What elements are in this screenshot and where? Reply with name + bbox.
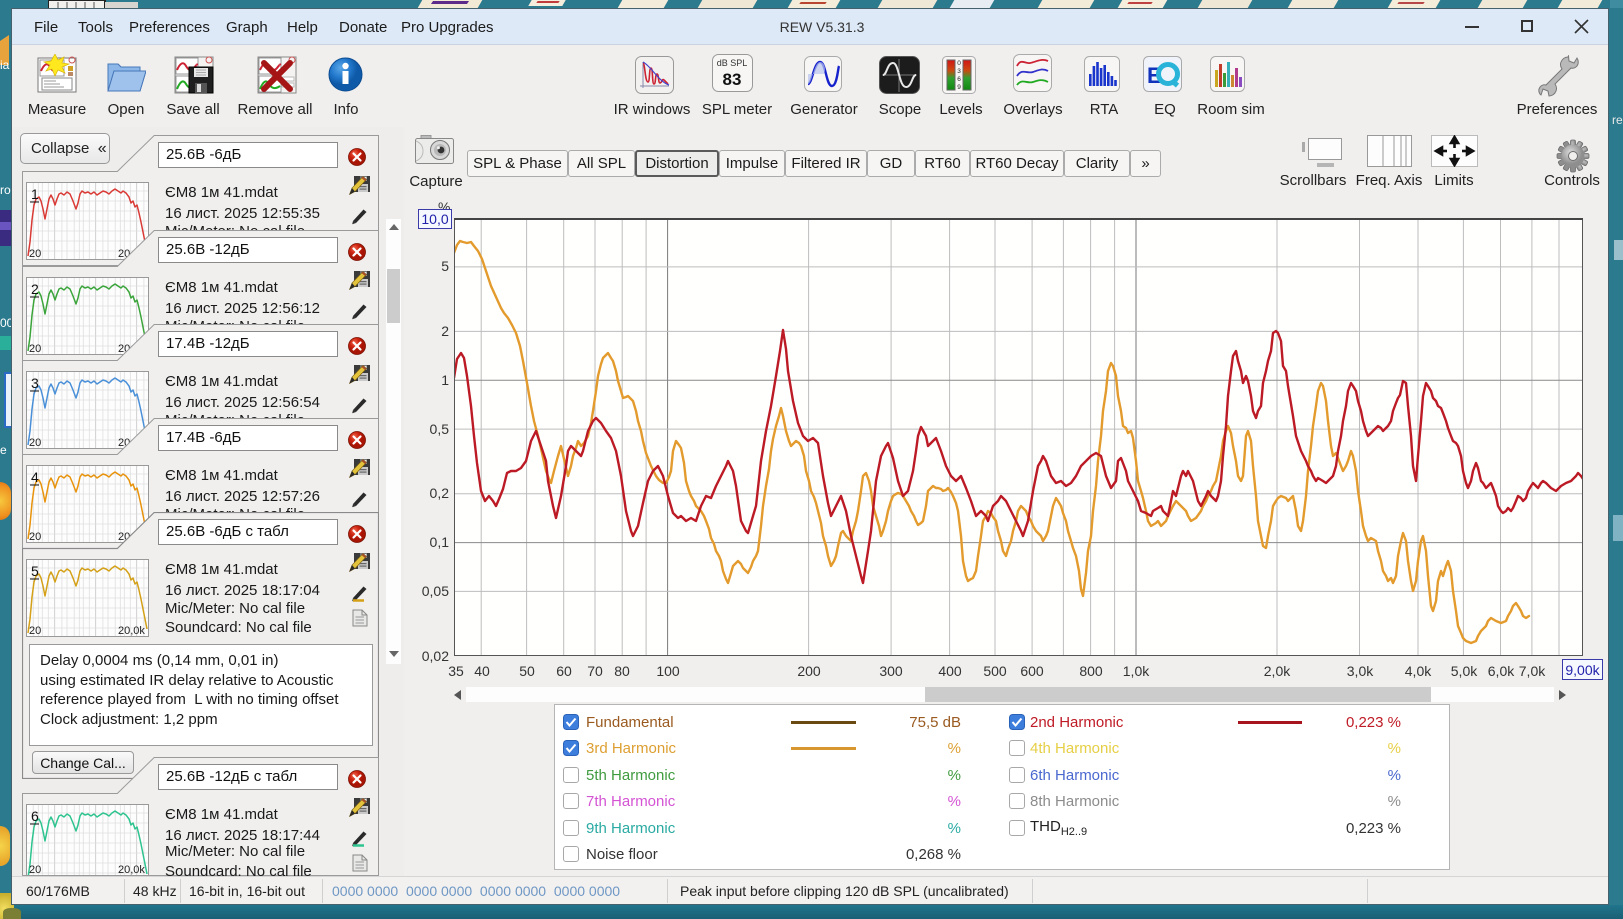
svg-text:2: 2	[31, 281, 39, 297]
svg-text:20: 20	[29, 864, 41, 876]
svg-text:4: 4	[31, 469, 39, 485]
svg-text:6: 6	[31, 808, 39, 824]
svg-text:20,0k: 20,0k	[118, 864, 145, 876]
svg-text:1: 1	[31, 186, 39, 202]
svg-text:20,0k: 20,0k	[118, 625, 145, 637]
svg-text:5: 5	[31, 563, 39, 579]
svg-text:3: 3	[31, 375, 39, 391]
svg-text:20: 20	[29, 625, 41, 637]
